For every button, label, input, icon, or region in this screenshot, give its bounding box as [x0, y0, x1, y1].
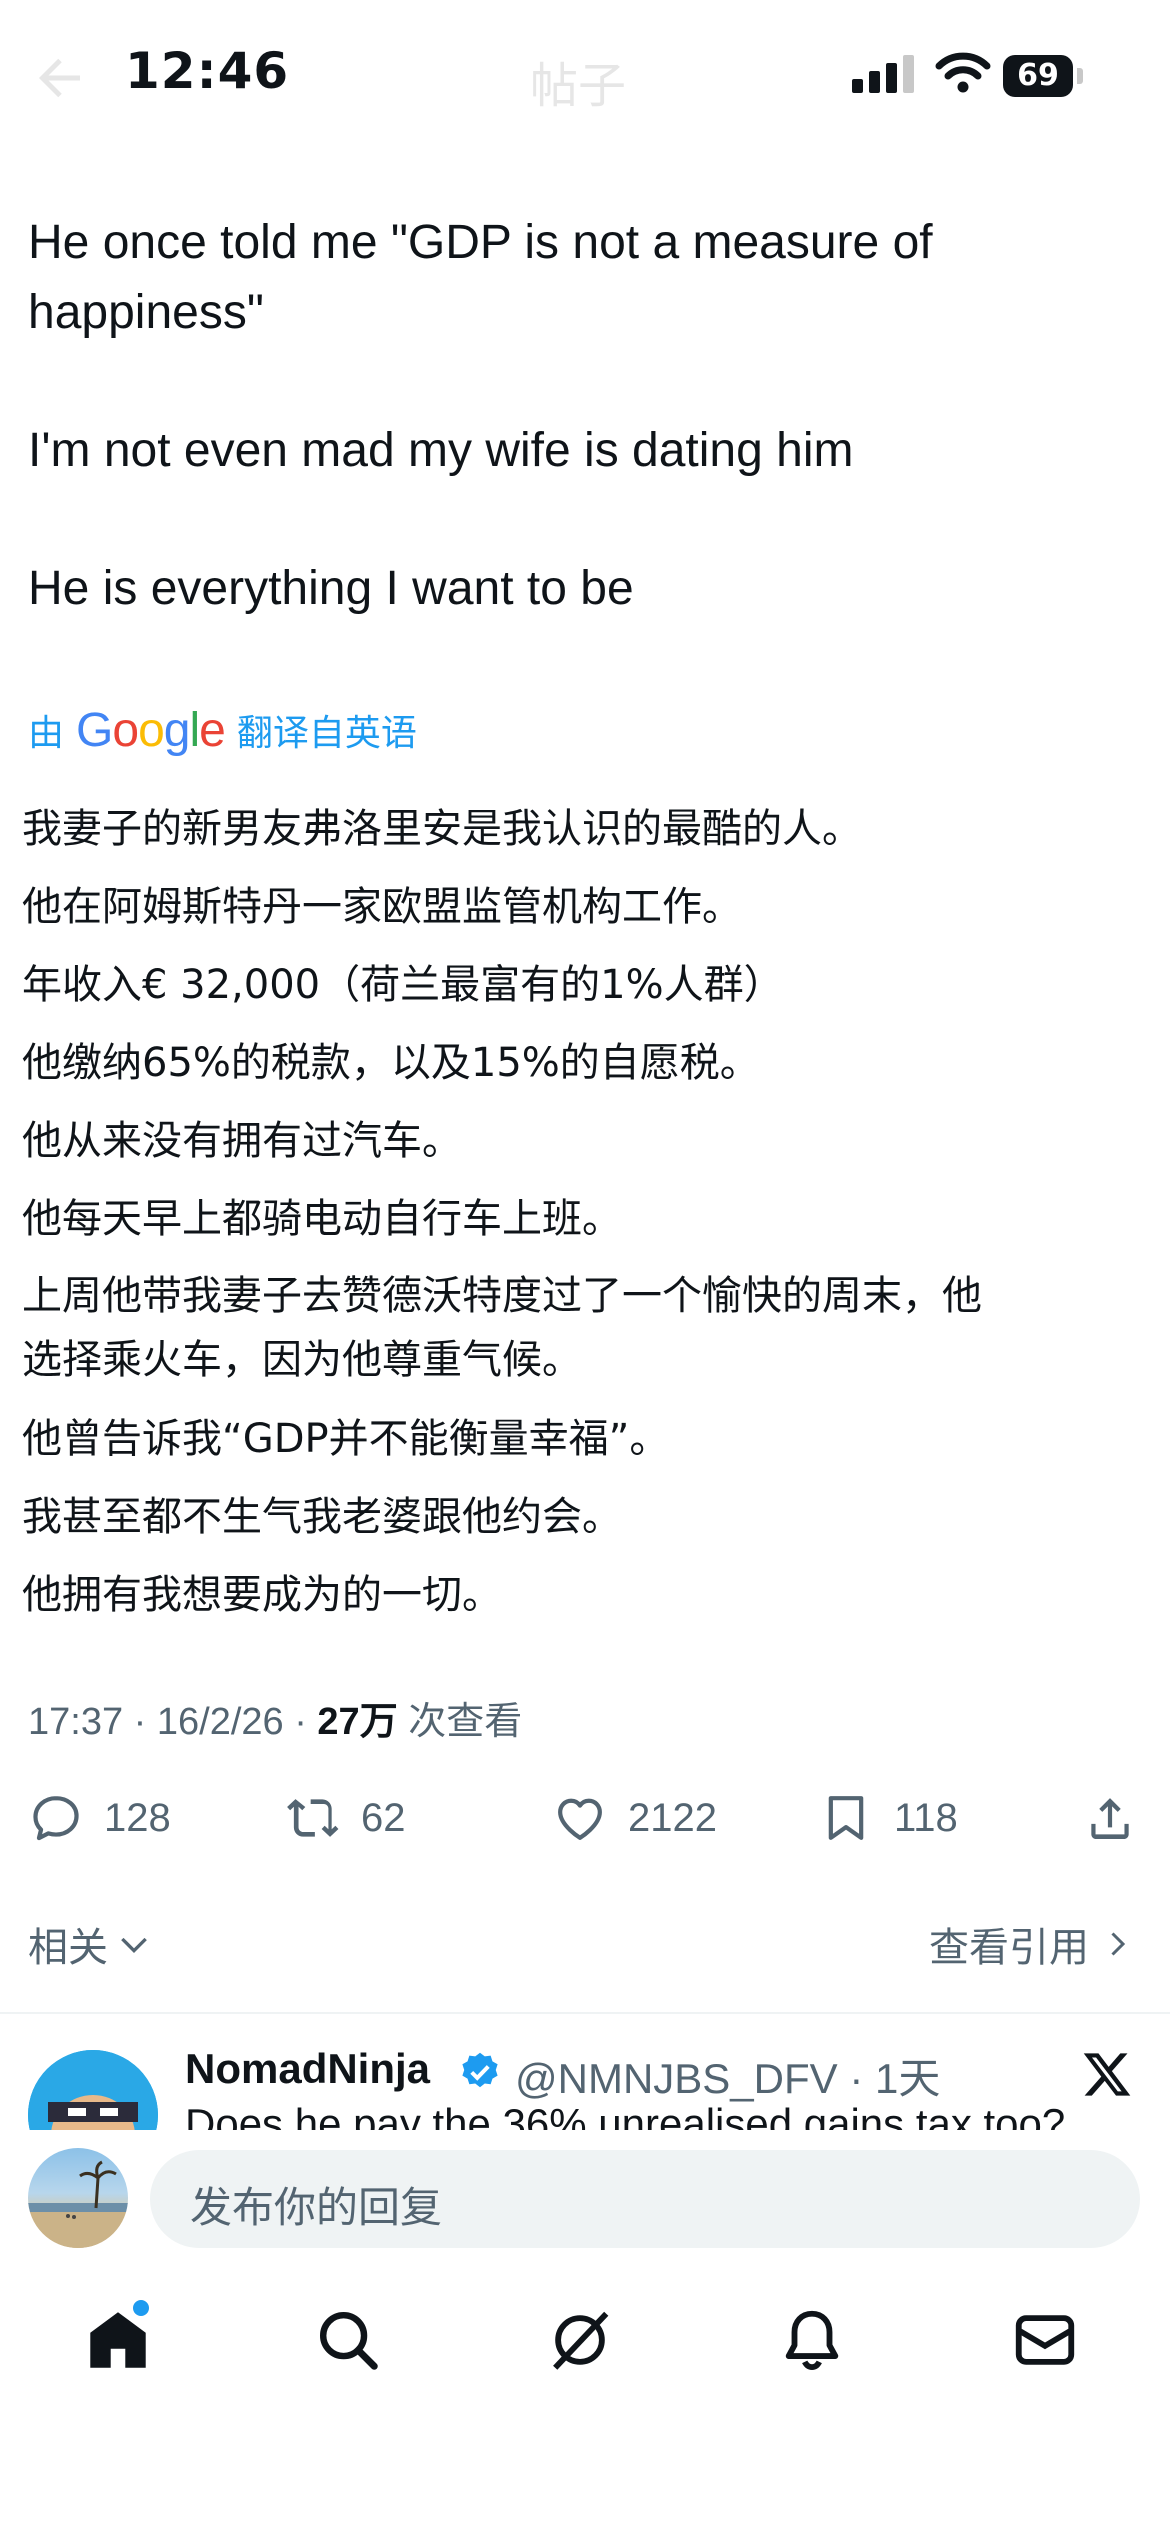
like-count: 2122 [628, 1795, 717, 1840]
chevron-down-icon [121, 1937, 147, 1954]
bookmark-count: 118 [894, 1795, 958, 1840]
bookmark-button[interactable]: 118 [818, 1790, 958, 1846]
translated-line: 我甚至都不生气我老婆跟他约会。 [22, 1494, 622, 1540]
translated-line: 他曾告诉我“GDP并不能衡量幸福”。 [22, 1416, 670, 1462]
translation-by: 由 [28, 713, 65, 754]
cellular-signal-icon [852, 55, 920, 93]
translated-text: 我妻子的新男友弗洛里安是我认识的最酷的人。 他在阿姆斯特丹一家欧盟监管机构工作。… [22, 790, 1142, 1634]
heart-icon [558, 1798, 602, 1840]
share-button[interactable] [1082, 1790, 1138, 1846]
retweet-button[interactable]: 62 [285, 1790, 406, 1846]
tweet-timestamp: 17:37 · 16/2/26 · [28, 1701, 318, 1743]
status-time: 12:46 [125, 42, 290, 100]
translated-line: 他每天早上都骑电动自行车上班。 [22, 1196, 622, 1242]
google-logo: Google [76, 703, 226, 757]
chevron-right-icon [1111, 1932, 1126, 1956]
bookmark-icon [828, 1796, 864, 1840]
translated-line: 他缴纳65%的税款，以及15%的自愿税。 [22, 1040, 760, 1086]
translated-line: 他拥有我想要成为的一切。 [22, 1572, 502, 1618]
related-label: 相关 [28, 1925, 108, 1971]
translated-line: 他在阿姆斯特丹一家欧盟监管机构工作。 [22, 884, 742, 930]
reply-button[interactable]: 128 [28, 1790, 171, 1846]
verified-badge-icon [458, 2050, 502, 2094]
grok-icon[interactable] [545, 2305, 615, 2375]
tweet-text-en-3: He is everything I want to be [28, 562, 634, 615]
current-user-avatar[interactable] [28, 2148, 128, 2248]
divider [0, 2012, 1170, 2014]
retweet-count: 62 [361, 1795, 406, 1840]
reply-count: 128 [104, 1795, 171, 1840]
reply-input-placeholder: 发布你的回复 [190, 2183, 443, 2232]
translation-attribution[interactable]: 由 Google 翻译自英语 [28, 700, 417, 760]
view-label: 次查看 [397, 1701, 523, 1743]
view-quotes-link[interactable]: 查看引用 [929, 1915, 1135, 1973]
translated-line: 上周他带我妻子去赞德沃特度过了一个愉快的周末，他 选择乘火车，因为他尊重气候。 [22, 1273, 982, 1383]
translated-line: 他从来没有拥有过汽车。 [22, 1118, 462, 1164]
view-count: 27万 [317, 1701, 398, 1743]
related-dropdown[interactable]: 相关 [28, 1915, 154, 1973]
share-icon [1091, 1798, 1129, 1839]
page-title: 帖子 [530, 58, 627, 114]
tweet-text-en-2: I'm not even mad my wife is dating him [28, 424, 854, 477]
search-icon[interactable] [313, 2305, 383, 2375]
like-button[interactable]: 2122 [552, 1790, 717, 1846]
home-notification-dot [133, 2300, 149, 2316]
back-arrow-icon[interactable] [30, 48, 90, 108]
bottom-navigation [0, 2285, 1170, 2405]
reply-text-preview: Does he pay the 36% unrealised gains tax… [185, 2100, 1066, 2130]
reply-icon [33, 1796, 79, 1841]
reply-handle-time: @NMNJBS_DFV · 1天 [515, 2055, 941, 2102]
x-logo-icon [1082, 2048, 1134, 2100]
quotes-label: 查看引用 [929, 1925, 1089, 1971]
tweet-meta: 17:37 · 16/2/26 · 27万 次查看 [28, 1690, 522, 1745]
tweet-text-en-1: He once told me "GDP is not a measure of… [28, 216, 933, 339]
messages-icon[interactable] [1010, 2305, 1080, 2375]
retweet-icon [287, 1799, 339, 1837]
reply-author-name[interactable]: NomadNinja [185, 2045, 430, 2093]
home-indicator-area [0, 2440, 1170, 2532]
translated-line: 我妻子的新男友弗洛里安是我认识的最酷的人。 [22, 806, 862, 852]
translated-line: 年收入€ 32,000（荷兰最富有的1%人群） [22, 962, 784, 1008]
translation-label: 翻译自英语 [236, 713, 417, 754]
battery-indicator: 69 [1003, 55, 1073, 97]
wifi-icon [935, 50, 991, 94]
battery-tip [1077, 68, 1083, 84]
reply-input[interactable]: 发布你的回复 [150, 2150, 1140, 2248]
notifications-icon[interactable] [777, 2305, 847, 2375]
tweet-actions: 128 62 2122 118 [0, 1790, 1170, 1860]
